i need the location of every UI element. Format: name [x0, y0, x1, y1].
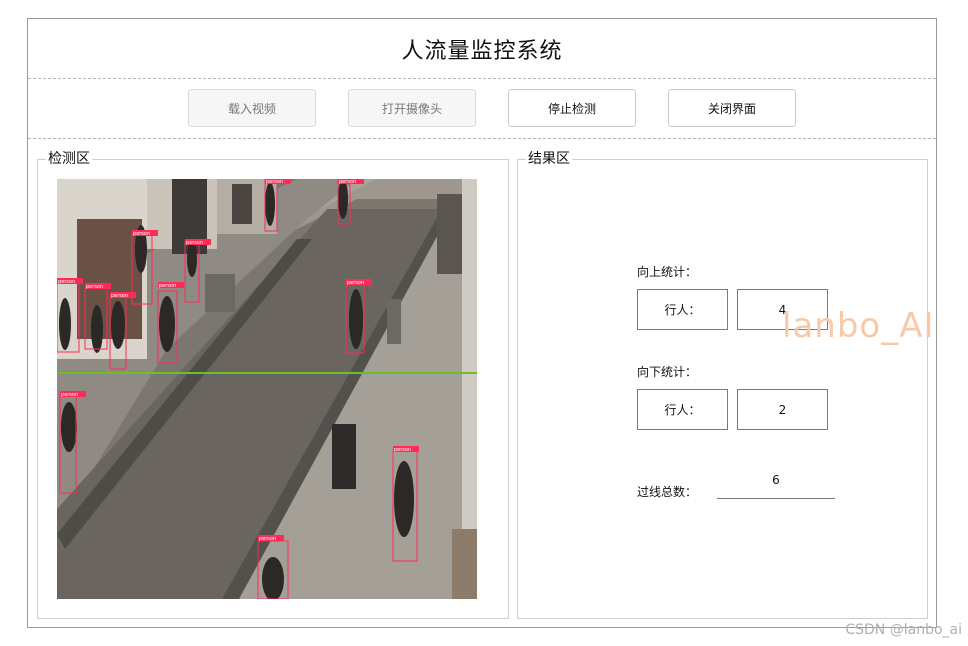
- bbox-label: person: [394, 447, 411, 453]
- down-count-title: 向下统计：: [637, 365, 698, 379]
- watermark-text: lanbo_AI: [782, 306, 935, 346]
- toolbar: 载入视频 打开摄像头 停止检测 关闭界面: [28, 79, 936, 139]
- result-group-label: 结果区: [526, 151, 572, 167]
- down-pedestrian-count: 2: [737, 389, 828, 430]
- bbox-label: person: [58, 279, 75, 285]
- result-groupbox: 结果区 向上统计： 行人： 4 向下统计： 行人： 2 过线总数： 6: [517, 151, 928, 619]
- bbox-label: person: [159, 283, 176, 289]
- down-pedestrian-label: 行人：: [637, 389, 728, 430]
- close-window-button[interactable]: 关闭界面: [668, 89, 796, 127]
- bbox-label: person: [86, 284, 103, 290]
- up-count-title: 向上统计：: [637, 265, 698, 279]
- open-camera-button[interactable]: 打开摄像头: [348, 89, 476, 127]
- stop-detection-button[interactable]: 停止检测: [508, 89, 636, 127]
- bbox-label: person: [133, 231, 150, 237]
- bbox-label: person: [61, 392, 78, 398]
- bbox-label: person: [186, 240, 203, 246]
- load-video-button[interactable]: 载入视频: [188, 89, 316, 127]
- bbox-label: person: [266, 179, 283, 185]
- total-crossing-label: 过线总数：: [637, 485, 698, 499]
- detection-groupbox: 检测区 person person person person person p…: [37, 151, 509, 619]
- up-pedestrian-label: 行人：: [637, 289, 728, 330]
- credit-text: CSDN @lanbo_ai: [845, 622, 962, 638]
- bbox-label: person: [347, 280, 364, 286]
- bbox-label: person: [339, 179, 356, 185]
- bbox-label: person: [111, 293, 128, 299]
- video-scene: person person person person person perso…: [57, 179, 477, 599]
- bbox-label: person: [259, 536, 276, 542]
- page-title: 人流量监控系统: [28, 19, 936, 79]
- total-crossing-value: 6: [717, 462, 835, 499]
- video-frame: person person person person person perso…: [57, 179, 477, 599]
- detection-group-label: 检测区: [46, 151, 92, 167]
